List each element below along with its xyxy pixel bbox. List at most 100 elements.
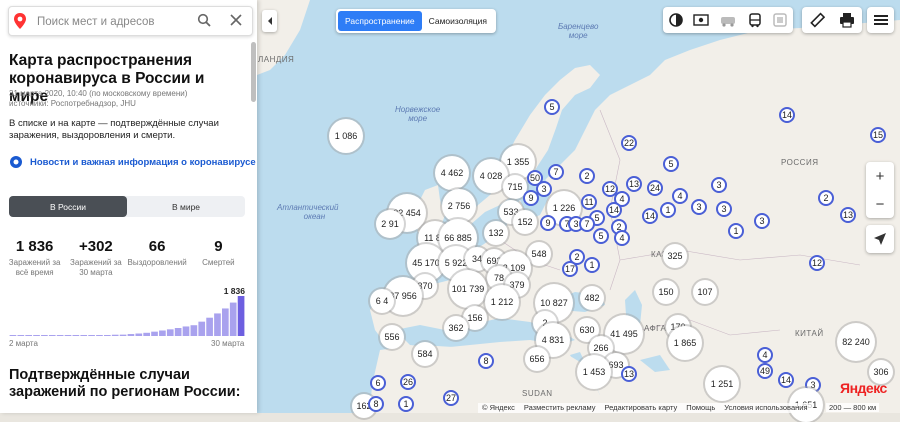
tools-toolbar xyxy=(802,7,862,33)
description: В списке и на карте — подтверждённые слу… xyxy=(9,118,219,141)
case-cluster-marker[interactable]: 9 xyxy=(523,190,539,206)
case-cluster-marker[interactable]: 1 212 xyxy=(485,285,519,319)
case-cluster-marker[interactable]: 556 xyxy=(380,325,404,349)
help-link[interactable]: Помощь xyxy=(686,403,715,413)
chart-end-label: 30 марта xyxy=(211,339,245,348)
case-cluster-marker[interactable]: 12 xyxy=(809,255,825,271)
traffic-icon[interactable] xyxy=(719,12,737,28)
news-link[interactable]: Новости и важная информация о коронавиру… xyxy=(9,155,256,169)
case-cluster-marker[interactable]: 13 xyxy=(621,366,637,382)
terms-link[interactable]: Условия использования xyxy=(724,403,807,413)
case-cluster-marker[interactable]: 5 xyxy=(544,99,560,115)
case-cluster-marker[interactable]: 3 xyxy=(711,177,727,193)
case-cluster-marker[interactable]: 1 xyxy=(584,257,600,273)
case-cluster-marker[interactable]: 13 xyxy=(626,176,642,192)
case-cluster-marker[interactable]: 4 xyxy=(757,347,773,363)
search-icon[interactable] xyxy=(197,13,211,27)
case-cluster-marker[interactable]: 26 xyxy=(400,374,416,390)
parking-icon[interactable] xyxy=(772,12,788,28)
case-cluster-marker[interactable]: 9 xyxy=(540,215,556,231)
case-cluster-marker[interactable]: 82 240 xyxy=(837,323,875,361)
case-cluster-marker[interactable]: 362 xyxy=(444,316,468,340)
panel-scrollbar[interactable] xyxy=(251,42,256,102)
case-cluster-marker[interactable]: 6 xyxy=(370,375,386,391)
zoom-in-button[interactable]: + xyxy=(866,162,894,190)
edit-map-link[interactable]: Редактировать карту xyxy=(605,403,678,413)
close-icon[interactable] xyxy=(229,13,243,27)
case-cluster-marker[interactable]: 5 xyxy=(593,228,609,244)
collapse-panel-button[interactable] xyxy=(262,10,277,32)
panorama-icon[interactable] xyxy=(693,12,710,28)
layer-isolation-button[interactable]: Самоизоляция xyxy=(422,11,494,31)
case-cluster-marker[interactable]: 2 756 xyxy=(442,189,476,223)
case-cluster-marker[interactable]: 1 865 xyxy=(668,326,702,360)
case-cluster-marker[interactable]: 482 xyxy=(580,286,604,310)
case-cluster-marker[interactable]: 1 251 xyxy=(705,367,739,401)
case-cluster-marker[interactable]: 1 xyxy=(660,202,676,218)
case-cluster-marker[interactable]: 3 xyxy=(716,201,732,217)
case-cluster-marker[interactable]: 3 xyxy=(691,199,707,215)
case-cluster-marker[interactable]: 49 xyxy=(757,363,773,379)
case-cluster-marker[interactable]: 8 xyxy=(478,353,494,369)
chart-bar xyxy=(17,335,25,336)
scheme-layer-icon[interactable] xyxy=(668,12,684,28)
chart-bar xyxy=(151,331,158,336)
geolocation-button[interactable] xyxy=(866,225,894,253)
case-cluster-marker[interactable]: 14 xyxy=(778,372,794,388)
transport-icon[interactable] xyxy=(747,12,763,28)
case-cluster-marker[interactable]: 3 xyxy=(754,213,770,229)
toggle-russia[interactable]: В России xyxy=(9,196,127,217)
case-cluster-marker[interactable]: 27 xyxy=(443,390,459,406)
case-cluster-marker[interactable]: 548 xyxy=(527,242,551,266)
case-cluster-marker[interactable]: 22 xyxy=(621,135,637,151)
case-cluster-marker[interactable]: 8 xyxy=(368,396,384,412)
chart-bar xyxy=(56,335,64,336)
case-cluster-marker[interactable]: 1 xyxy=(728,223,744,239)
case-cluster-marker[interactable]: 1 xyxy=(398,396,414,412)
case-cluster-marker[interactable]: 14 xyxy=(642,208,658,224)
case-cluster-marker[interactable]: 107 xyxy=(693,280,717,304)
chart-bar xyxy=(72,335,80,336)
case-cluster-marker[interactable]: 5 xyxy=(663,156,679,172)
case-cluster-marker[interactable]: 4 462 xyxy=(435,156,469,190)
menu-button[interactable] xyxy=(867,7,894,33)
zoom-out-button[interactable]: − xyxy=(866,190,894,218)
case-cluster-marker[interactable]: 7 xyxy=(548,164,564,180)
case-cluster-marker[interactable]: 656 xyxy=(525,347,549,371)
news-circle-icon xyxy=(10,156,22,168)
case-cluster-marker[interactable]: 325 xyxy=(663,244,687,268)
case-cluster-marker[interactable]: 584 xyxy=(413,342,437,366)
case-cluster-marker[interactable]: 2 xyxy=(579,168,595,184)
search-input[interactable] xyxy=(35,12,199,32)
case-cluster-marker[interactable]: 2 xyxy=(818,190,834,206)
print-icon[interactable] xyxy=(839,12,855,28)
case-cluster-marker[interactable]: 14 xyxy=(606,202,622,218)
case-cluster-marker[interactable]: 2 91 xyxy=(376,210,404,238)
layer-spread-button[interactable]: Распространение xyxy=(338,11,422,31)
case-cluster-marker[interactable]: 24 xyxy=(647,180,663,196)
case-cluster-marker[interactable]: 132 xyxy=(484,221,508,245)
case-cluster-marker[interactable]: 4 xyxy=(672,188,688,204)
case-cluster-marker[interactable]: 150 xyxy=(654,280,678,304)
label-barents-sea: Баренцево море xyxy=(558,22,599,40)
ruler-icon[interactable] xyxy=(809,12,825,28)
case-cluster-marker[interactable]: 152 xyxy=(513,210,537,234)
chart-bar xyxy=(96,335,103,336)
case-cluster-marker[interactable]: 14 xyxy=(779,107,795,123)
case-cluster-marker[interactable]: 1 453 xyxy=(577,355,611,389)
case-cluster-marker[interactable]: 1 086 xyxy=(329,119,363,153)
chart-bar xyxy=(48,335,56,336)
case-cluster-marker[interactable]: 11 xyxy=(581,194,597,210)
case-cluster-marker[interactable]: 7 xyxy=(579,216,595,232)
stat-recovered: 66 Выздоровлений xyxy=(127,238,188,278)
news-link-text[interactable]: Новости и важная информация о коронавиру… xyxy=(30,157,256,168)
advertise-link[interactable]: Разместить рекламу xyxy=(524,403,596,413)
case-cluster-marker[interactable]: 101 739 xyxy=(449,270,487,308)
case-cluster-marker[interactable]: 4 xyxy=(614,230,630,246)
toggle-world[interactable]: В мире xyxy=(127,196,245,217)
case-cluster-marker[interactable]: 6 4 xyxy=(370,289,394,313)
case-cluster-marker[interactable]: 13 xyxy=(840,207,856,223)
layer-switch: Распространение Самоизоляция xyxy=(336,9,497,33)
case-cluster-marker[interactable]: 17 xyxy=(562,261,578,277)
case-cluster-marker[interactable]: 15 xyxy=(870,127,886,143)
